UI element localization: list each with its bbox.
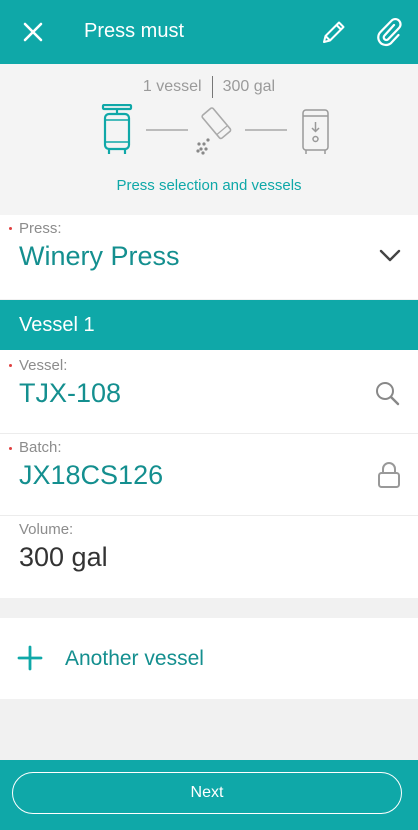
pencil-icon[interactable] bbox=[320, 18, 348, 46]
summary-caption: Press selection and vessels bbox=[116, 177, 302, 194]
press-select[interactable]: Press: Winery Press bbox=[0, 215, 418, 299]
batch-field[interactable]: Batch: JX18CS126 bbox=[0, 434, 418, 516]
search-icon[interactable] bbox=[374, 380, 400, 406]
vessel-section-header: Vessel 1 bbox=[0, 300, 418, 350]
required-marker bbox=[9, 447, 12, 450]
volume-label: Volume: bbox=[19, 521, 74, 538]
add-vessel-button[interactable]: Another vessel bbox=[0, 618, 418, 699]
press-summary: 1 vessel 300 gal Press selection and ves… bbox=[0, 64, 418, 215]
close-icon[interactable] bbox=[20, 19, 46, 45]
lock-icon bbox=[378, 462, 400, 488]
paperclip-icon[interactable] bbox=[374, 16, 404, 48]
vessel-count: 1 vessel bbox=[142, 78, 202, 96]
required-marker bbox=[9, 364, 12, 367]
page-title: Press must bbox=[84, 20, 185, 42]
app-header: Press must bbox=[0, 0, 418, 64]
footer-bar: Next bbox=[0, 760, 418, 830]
press-label: Press: bbox=[19, 220, 62, 237]
next-button[interactable]: Next bbox=[12, 772, 402, 814]
batch-value: JX18CS126 bbox=[19, 460, 164, 490]
volume-field: Volume: 300 gal bbox=[0, 516, 418, 598]
section-title: Vessel 1 bbox=[19, 314, 95, 336]
press-icon bbox=[101, 104, 133, 154]
required-marker bbox=[9, 227, 12, 230]
vessel-field[interactable]: Vessel: TJX-108 bbox=[0, 350, 418, 434]
tank-icon bbox=[302, 109, 329, 154]
counts-separator bbox=[211, 76, 213, 98]
chevron-down-icon[interactable] bbox=[379, 249, 401, 263]
volume-value: 300 gal bbox=[19, 542, 108, 572]
summary-counts: 1 vessel 300 gal bbox=[0, 76, 418, 98]
press-value: Winery Press bbox=[19, 241, 180, 271]
plus-icon bbox=[17, 645, 43, 671]
vessel-value: TJX-108 bbox=[19, 378, 122, 408]
progress-steps bbox=[101, 104, 329, 155]
pour-icon bbox=[196, 107, 232, 155]
vessel-label: Vessel: bbox=[19, 357, 68, 374]
add-vessel-label: Another vessel bbox=[65, 647, 204, 670]
batch-label: Batch: bbox=[19, 439, 62, 456]
total-volume: 300 gal bbox=[222, 78, 276, 96]
